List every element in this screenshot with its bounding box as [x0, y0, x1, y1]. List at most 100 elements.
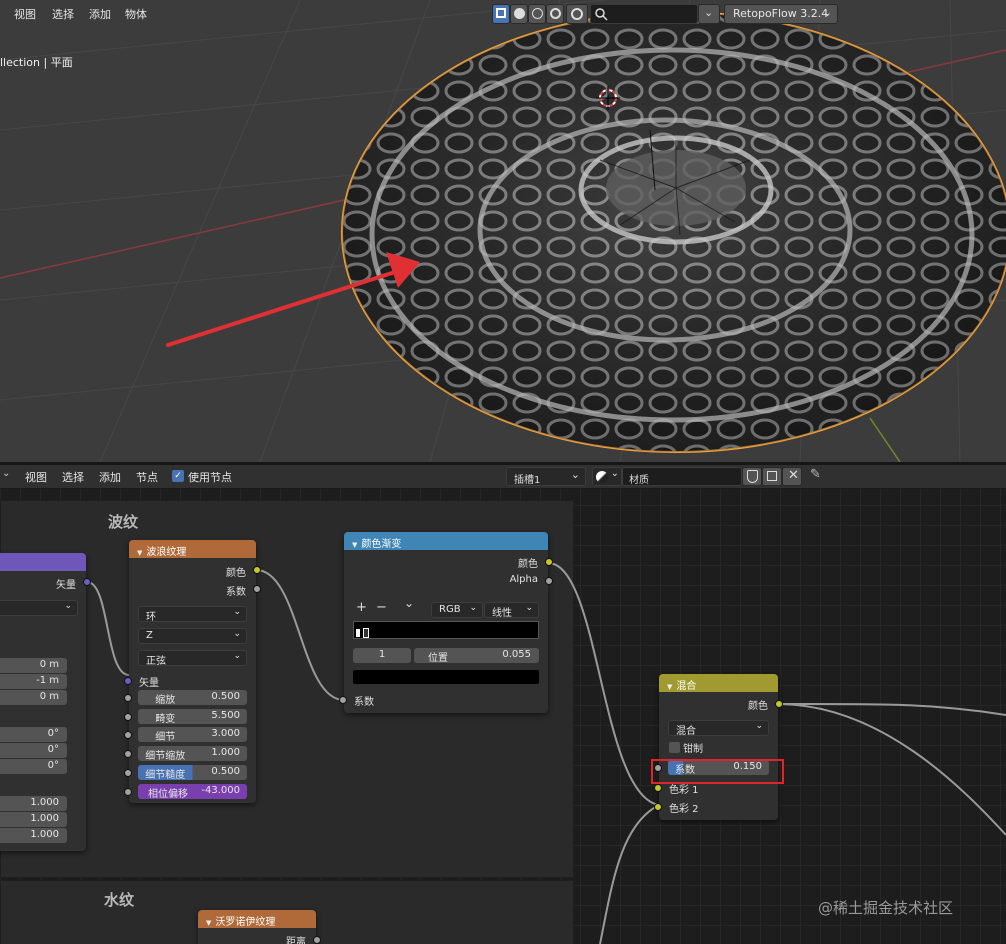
ramp-out-color-socket[interactable]	[545, 558, 553, 566]
render-overlay-button[interactable]	[566, 4, 588, 24]
mix-color2-socket[interactable]	[654, 803, 662, 811]
wave-detail-roughness-field[interactable]: 细节糙度 0.500	[138, 765, 247, 781]
mix-color1-socket[interactable]	[654, 784, 662, 792]
ramp-stop-color-swatch[interactable]	[353, 670, 539, 684]
rendered-shading-button[interactable]	[546, 4, 564, 24]
ramp-stop-black-icon[interactable]	[363, 628, 369, 638]
add-stop-button[interactable]: +	[356, 600, 367, 615]
material-name-field[interactable]: 材质	[622, 467, 742, 486]
mapping-type-dropdown[interactable]: ⌄	[0, 600, 78, 616]
rendered-shading-icon	[550, 8, 561, 19]
collapse-triangle-icon[interactable]: ▼	[206, 919, 211, 927]
ramp-stop-white-icon[interactable]	[355, 628, 361, 638]
ramp-in-fac-socket[interactable]	[339, 696, 347, 704]
collection-label: llection | 平面	[0, 56, 73, 69]
mix-out-color-socket[interactable]	[775, 700, 783, 708]
wave-out-color-socket[interactable]	[253, 566, 261, 574]
mapping-node-header[interactable]	[0, 553, 86, 571]
mapping-rot-z[interactable]: 0°	[0, 759, 67, 774]
mapping-scale-x[interactable]: 1.000	[0, 796, 67, 811]
ramp-position-field[interactable]: 位置 0.055	[414, 648, 539, 664]
wave-scale-socket[interactable]	[124, 694, 132, 702]
unlink-material-button[interactable]: ✕	[782, 467, 802, 486]
filter-dropdown[interactable]: ⌄	[698, 4, 720, 24]
color-ramp-gradient[interactable]	[353, 621, 539, 639]
link-mix-out-2	[778, 703, 1006, 836]
wave-out-fac-socket[interactable]	[253, 585, 261, 593]
ne-menu-select[interactable]: 选择	[62, 469, 84, 485]
voronoi-out-distance-socket[interactable]	[313, 936, 321, 944]
fake-user-button[interactable]	[742, 467, 762, 486]
ne-menu-node[interactable]: 节点	[136, 469, 158, 485]
collapse-triangle-icon[interactable]: ▼	[667, 683, 672, 691]
ramp-color-mode-dropdown[interactable]: RGB ⌄	[431, 602, 483, 618]
ne-menu-add[interactable]: 添加	[99, 469, 121, 485]
wave-profile-dropdown[interactable]: 正弦 ⌄	[138, 650, 247, 667]
wave-distortion-socket[interactable]	[124, 713, 132, 721]
menu-add[interactable]: 添加	[89, 6, 111, 22]
wave-phase-offset-socket[interactable]	[124, 788, 132, 796]
pin-icon[interactable]: ✎	[810, 467, 821, 482]
wave-direction-dropdown[interactable]: Z ⌄	[138, 628, 247, 644]
wave-detail-field[interactable]: 细节 3.000	[138, 727, 247, 743]
wave-distortion-field[interactable]: 畸变 5.500	[138, 709, 247, 725]
ramp-options-button[interactable]: ⌄	[404, 596, 414, 610]
viewport-search-input[interactable]	[590, 4, 698, 24]
chevron-down-icon: ⌄	[525, 603, 533, 613]
wave-type-dropdown[interactable]: 环 ⌄	[138, 606, 247, 623]
wave-detail-scale-field[interactable]: 细节缩放 1.000	[138, 746, 247, 762]
collapse-triangle-icon[interactable]: ▼	[352, 541, 357, 549]
menu-select[interactable]: 选择	[52, 6, 74, 22]
mapping-node[interactable]: 矢量 ⌄ 0 m -1 m 0 m 0° 0° 0° 1.000 1.000 1…	[0, 553, 91, 851]
mapping-loc-z[interactable]: 0 m	[0, 690, 67, 705]
wireframe-shading-button[interactable]	[510, 4, 528, 24]
retopoflow-dropdown[interactable]: RetopoFlow 3.2.4 ⌄	[724, 4, 838, 24]
menu-view[interactable]: 视图	[14, 6, 36, 22]
wave-texture-node[interactable]: ▼ 波浪纹理 颜色 系数 环 ⌄ Z ⌄ 正弦 ⌄ 矢量 缩放 0.500 畸变 5.500…	[124, 540, 261, 803]
shield-icon	[747, 470, 758, 483]
editor-type-chevron-icon[interactable]: ⌄	[2, 468, 10, 479]
mapping-loc-x[interactable]: 0 m	[0, 658, 67, 673]
menu-object[interactable]: 物体	[125, 6, 147, 22]
collapse-triangle-icon[interactable]: ▼	[137, 549, 142, 557]
mix-node[interactable]: ▼ 混合 颜色 混合 ⌄ 钳制 系数 0.150 色彩 1 色彩 2	[654, 674, 783, 820]
mix-blend-type-dropdown[interactable]: 混合 ⌄	[668, 720, 769, 737]
wave-scale-field[interactable]: 缩放 0.500	[138, 690, 247, 706]
clamp-checkbox[interactable]	[669, 742, 680, 753]
voronoi-texture-node[interactable]: ▼ 沃罗诺伊纹理 距离	[198, 910, 321, 944]
mapping-loc-y[interactable]: -1 m	[0, 674, 67, 689]
mapping-scale-y[interactable]: 1.000	[0, 812, 67, 827]
material-slot-dropdown[interactable]: 插槽1 ⌄	[506, 467, 586, 486]
wave-detail-scale-socket[interactable]	[124, 750, 132, 758]
chevron-down-icon: ⌄	[822, 6, 832, 19]
3d-viewport[interactable]: 视图 选择 添加 物体 ⌄ RetopoFlow 3.2.4 ⌄ llectio…	[0, 0, 1006, 462]
mapping-rot-x[interactable]: 0°	[0, 727, 67, 742]
ne-menu-view[interactable]: 视图	[25, 469, 47, 485]
mix-node-header[interactable]: ▼ 混合	[659, 674, 778, 692]
ramp-out-color-label: 颜色	[518, 559, 538, 570]
solid-shading-button[interactable]	[492, 4, 510, 24]
wave-phase-offset-field[interactable]: 相位偏移 -43.000	[138, 784, 247, 800]
material-browse-button[interactable]: ⌄	[592, 467, 622, 486]
material-preview-button[interactable]	[528, 4, 546, 24]
wave-detail-roughness-socket[interactable]	[124, 769, 132, 777]
mapping-output-vector-socket[interactable]	[83, 578, 91, 586]
wave-detail-socket[interactable]	[124, 731, 132, 739]
shader-node-editor[interactable]: ⌄ 视图 选择 添加 节点 ✓ 使用节点 插槽1 ⌄ ⌄ 材质 ✕ ✎ 波纹 水…	[0, 465, 1006, 944]
chevron-down-icon: ⌄	[704, 6, 714, 19]
wave-in-vector-socket[interactable]	[124, 677, 132, 685]
duplicate-material-button[interactable]	[762, 467, 782, 486]
mapping-rot-y[interactable]: 0°	[0, 743, 67, 758]
ramp-interpolation-dropdown[interactable]: 线性 ⌄	[484, 602, 539, 619]
remove-stop-button[interactable]: −	[376, 600, 387, 615]
wave-node-header[interactable]: ▼ 波浪纹理	[129, 540, 256, 558]
use-nodes-checkbox[interactable]: ✓	[172, 470, 184, 482]
chevron-down-icon: ⌄	[233, 607, 241, 617]
voronoi-node-header[interactable]: ▼ 沃罗诺伊纹理	[198, 910, 316, 928]
mapping-scale-z[interactable]: 1.000	[0, 828, 67, 843]
material-sphere-icon	[596, 471, 608, 483]
color-ramp-node[interactable]: ▼ 颜色渐变 颜色 Alpha + − ⌄ RGB ⌄ 线性 ⌄ 1 位置 0.055 …	[339, 532, 553, 713]
ramp-out-alpha-socket[interactable]	[545, 577, 553, 585]
ramp-node-header[interactable]: ▼ 颜色渐变	[344, 532, 548, 550]
ramp-stop-index[interactable]: 1	[353, 648, 411, 663]
